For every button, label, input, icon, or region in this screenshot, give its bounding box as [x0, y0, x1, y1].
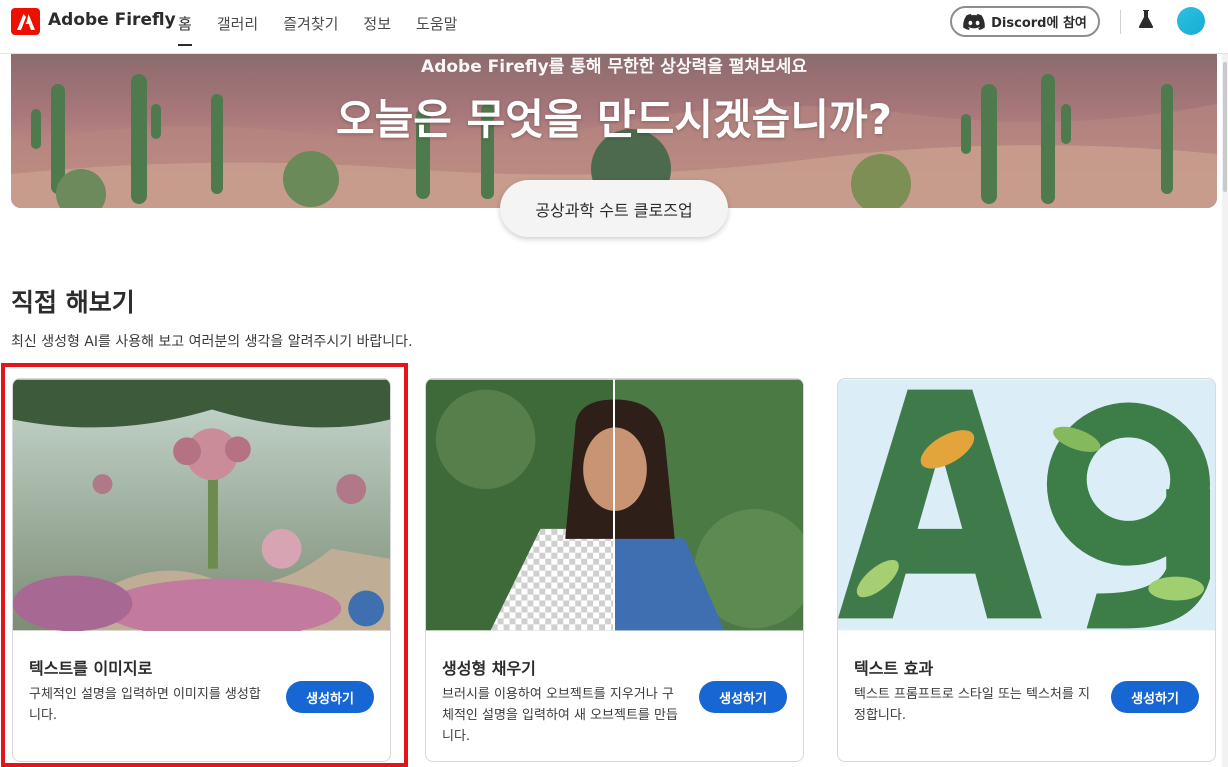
nav-link-help[interactable]: 도움말 [416, 13, 457, 46]
card-text-effects[interactable]: 텍스트 효과 텍스트 프롬프트로 스타일 또는 텍스처를 지정합니다. 생성하기 [837, 378, 1216, 762]
nav-links: 홈 갤러리 즐겨찾기 정보 도움말 [178, 13, 482, 46]
scrollbar-thumb[interactable] [1223, 62, 1227, 192]
selection-highlight [1, 363, 408, 767]
text-effects-thumbnail [838, 379, 1215, 631]
adobe-logo-icon[interactable] [11, 8, 40, 35]
generate-button[interactable]: 생성하기 [1111, 681, 1199, 713]
card-description: 브러시를 이용하여 오브젝트를 지우거나 구체적인 설명을 입력하여 새 오브젝… [442, 687, 678, 744]
section-title: 직접 해보기 [11, 288, 135, 317]
card-generative-fill[interactable]: 생성형 채우기 브러시를 이용하여 오브젝트를 지우거나 구체적인 설명을 입력… [425, 378, 804, 762]
discord-join-button[interactable]: Discord에 참여 [950, 6, 1100, 37]
discord-icon [963, 13, 985, 30]
card-title: 텍스트 효과 [854, 659, 934, 678]
nav-link-gallery[interactable]: 갤러리 [217, 13, 258, 46]
discord-label: Discord에 참여 [991, 16, 1087, 31]
hero-subtitle: Adobe Firefly를 통해 무한한 상상력을 펼쳐보세요 [421, 57, 807, 77]
top-nav: Adobe Firefly 홈 갤러리 즐겨찾기 정보 도움말 Discord에… [0, 0, 1228, 54]
user-avatar[interactable] [1177, 7, 1205, 35]
prompt-example-chip[interactable]: 공상과학 수트 클로즈업 [500, 180, 728, 237]
generative-fill-thumbnail [426, 379, 803, 631]
generate-button[interactable]: 생성하기 [699, 681, 787, 713]
card-title: 생성형 채우기 [442, 659, 536, 678]
nav-divider [1120, 10, 1121, 34]
brand-name[interactable]: Adobe Firefly [48, 10, 176, 30]
section-description: 최신 생성형 AI를 사용해 보고 여러분의 생각을 알려주시기 바랍니다. [11, 334, 413, 350]
nav-link-about[interactable]: 정보 [363, 13, 391, 46]
nav-link-home[interactable]: 홈 [178, 13, 192, 46]
hero-title: 오늘은 무엇을 만드시겠습니까? [336, 95, 892, 144]
labs-flask-icon[interactable] [1138, 9, 1154, 33]
nav-link-favorites[interactable]: 즐겨찾기 [283, 13, 338, 46]
card-description: 텍스트 프롬프트로 스타일 또는 텍스처를 지정합니다. [854, 687, 1090, 723]
